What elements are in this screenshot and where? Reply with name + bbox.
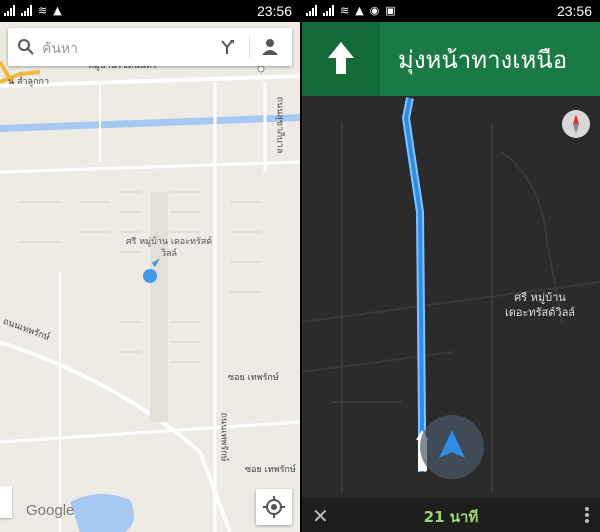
navigation-screen: ≋ ▲ ◉ ▣ 23:56 มุ่งหน้าทางเหนือ ศรี หมู่บ… [302, 0, 600, 532]
google-logo: Google [26, 502, 75, 519]
eta-text[interactable]: 21 นาที [302, 505, 600, 529]
image-icon: ▣ [385, 4, 396, 17]
signal-icon-2 [21, 5, 32, 16]
nav-place-label-line2: เดอะทรัสต์วิลล์ [504, 306, 576, 319]
status-bar: ≋ ▲ 23:56 [0, 0, 300, 22]
search-bar[interactable]: ค้นหา [8, 28, 292, 66]
turn-arrow-box [302, 22, 380, 96]
road-label-2: ซอย เทพรักษ์ [228, 373, 279, 383]
side-menu-handle[interactable] [0, 486, 12, 518]
road-label-3: ซอย เทพรักษ์ [245, 465, 296, 475]
wifi-icon: ≋ [38, 4, 48, 17]
nav-map-canvas[interactable] [302, 22, 600, 532]
nav-instruction-text: มุ่งหน้าทางเหนือ [398, 46, 568, 74]
status-time: 23:56 [256, 3, 292, 19]
road-label-vert: ถนนสุขาภิบาล [274, 96, 285, 154]
notification-icon: ▲ [53, 4, 62, 17]
gps-icon: ▲ [355, 4, 364, 17]
wifi-icon: ≋ [340, 4, 350, 17]
search-input[interactable]: ค้นหา [42, 38, 78, 60]
account-icon[interactable] [260, 37, 280, 57]
compass-button[interactable] [562, 110, 590, 138]
sync-icon: ◉ [369, 4, 380, 17]
map-place-label: ศรี หมู่บ้าน เดอะทรัสต์วิลล์ [125, 237, 213, 259]
compass-icon [573, 114, 579, 134]
map-top-label-2: น สำลูกกา [8, 77, 50, 87]
map-screen: ศรี หมู่บ้าน เดอะทรัสต์วิลล์ หมู่บ้านรัช… [0, 0, 300, 532]
status-bar-right: ≋ ▲ ◉ ▣ 23:56 [302, 0, 600, 22]
straight-arrow-icon [328, 42, 354, 74]
directions-icon[interactable] [218, 38, 236, 56]
status-time: 23:56 [556, 3, 592, 19]
current-location-dot [143, 269, 157, 283]
signal-icon [306, 5, 317, 16]
signal-icon [4, 5, 15, 16]
search-icon[interactable] [17, 38, 35, 56]
my-location-button[interactable] [256, 489, 292, 525]
map-canvas[interactable] [0, 22, 300, 532]
search-divider [249, 36, 250, 58]
nav-bottom-bar: ✕ 21 นาที [302, 498, 600, 532]
nav-place-label-line1: ศรี หมู่บ้าน [514, 291, 566, 304]
road-label-4: ถนนเทพรักษ์ [218, 412, 229, 462]
my-location-icon [263, 496, 285, 518]
nav-place-label: ศรี หมู่บ้าน เดอะทรัสต์วิลล์ [490, 290, 590, 320]
signal-icon-2 [323, 5, 334, 16]
more-vert-icon[interactable] [584, 506, 590, 524]
nav-instruction-banner[interactable]: มุ่งหน้าทางเหนือ [302, 22, 600, 96]
